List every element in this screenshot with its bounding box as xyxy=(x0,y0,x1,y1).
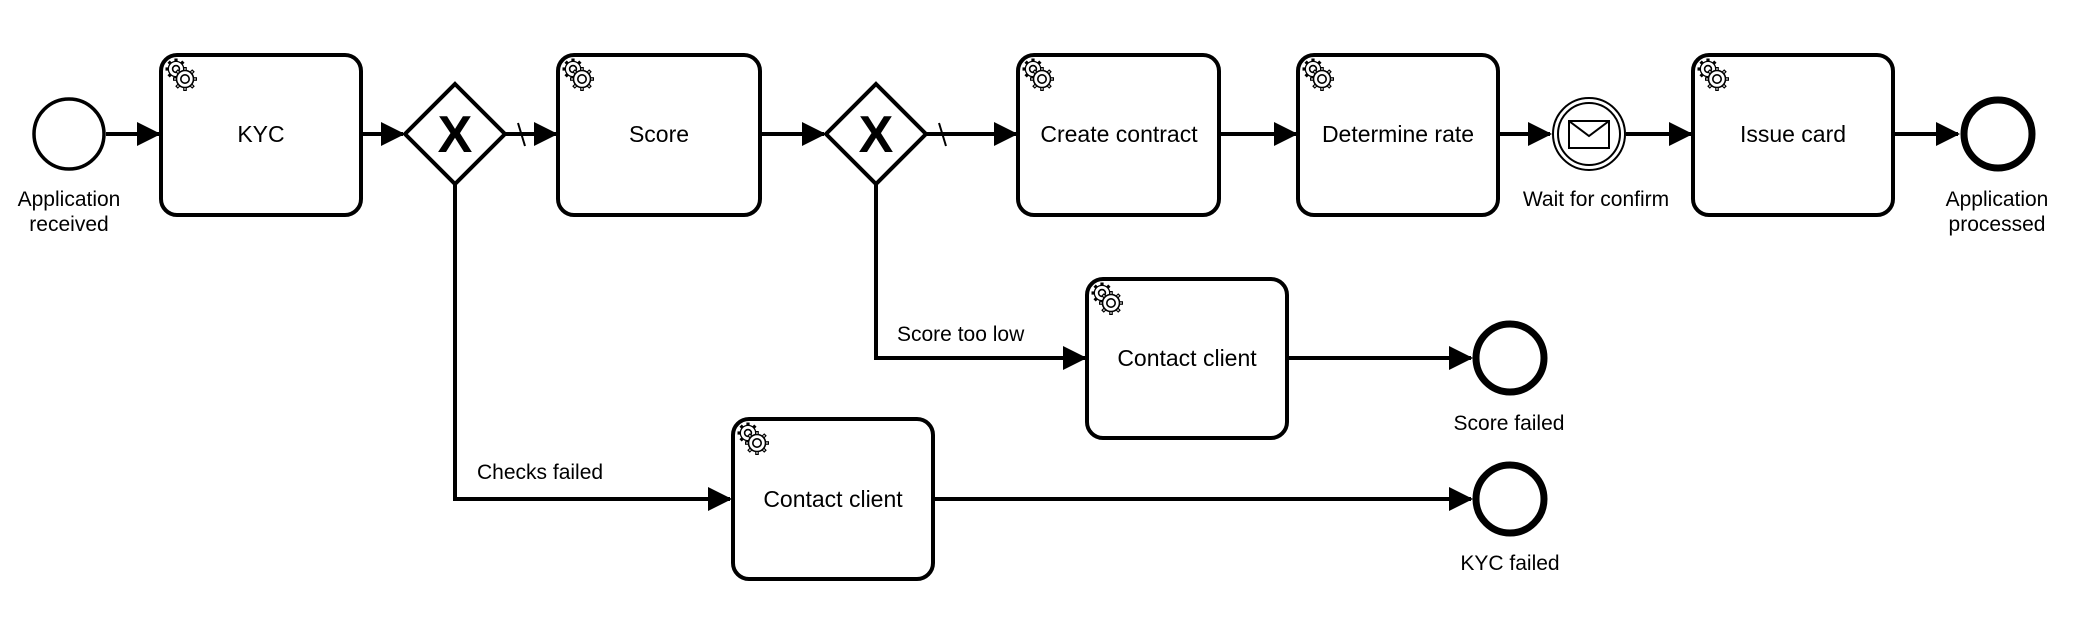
task-contact-client-kyc[interactable]: Contact client xyxy=(731,417,935,581)
end-event-label: KYC failed xyxy=(1460,552,1559,575)
end-event-label: Application xyxy=(1946,188,2049,211)
start-event-label: received xyxy=(29,213,108,236)
flow-label-score-too-low: Score too low xyxy=(897,323,1025,346)
end-event-circle[interactable] xyxy=(1472,320,1548,396)
end-event-label: processed xyxy=(1949,213,2046,236)
start-event-label: Application xyxy=(18,188,121,211)
flow-checks-failed[interactable] xyxy=(453,184,732,511)
task-label: Contact client xyxy=(763,486,903,512)
task-contact-client-score[interactable]: Contact client xyxy=(1085,277,1289,440)
task-kyc[interactable]: KYC xyxy=(159,53,363,217)
end-event-label: Score failed xyxy=(1454,412,1565,435)
end-event-processed[interactable]: Application processed xyxy=(1946,96,2049,236)
end-event-score-failed[interactable]: Score failed xyxy=(1454,320,1565,435)
exclusive-gateway-kyc[interactable]: X xyxy=(402,81,508,187)
task-determine-rate[interactable]: Determine rate xyxy=(1296,53,1500,217)
task-create-contract[interactable]: Create contract xyxy=(1016,53,1221,217)
task-label: Determine rate xyxy=(1322,121,1474,147)
task-label: KYC xyxy=(237,121,284,147)
task-label: Issue card xyxy=(1740,121,1846,147)
task-label: Contact client xyxy=(1117,345,1257,371)
task-issue-card[interactable]: Issue card xyxy=(1691,53,1895,217)
gateway-x-marker: X xyxy=(859,106,894,164)
task-label: Score xyxy=(629,121,689,147)
flow-label-checks-failed: Checks failed xyxy=(477,461,603,484)
task-label: Create contract xyxy=(1040,121,1198,147)
message-envelope-icon xyxy=(1568,120,1610,149)
start-event-circle[interactable] xyxy=(32,97,106,171)
bpmn-diagram: Checks failed Score too low Application … xyxy=(18,53,2049,581)
start-event[interactable]: Application received xyxy=(18,97,121,236)
wait-for-confirm-label: Wait for confirm xyxy=(1523,188,1669,211)
intermediate-message-event[interactable]: Wait for confirm xyxy=(1523,97,1669,211)
task-score[interactable]: Score xyxy=(556,53,762,217)
gateway-x-marker: X xyxy=(438,106,473,164)
end-event-circle[interactable] xyxy=(1960,96,2036,172)
exclusive-gateway-score[interactable]: X xyxy=(823,81,929,187)
end-event-kyc-failed[interactable]: KYC failed xyxy=(1460,461,1560,575)
end-event-circle[interactable] xyxy=(1472,461,1548,537)
